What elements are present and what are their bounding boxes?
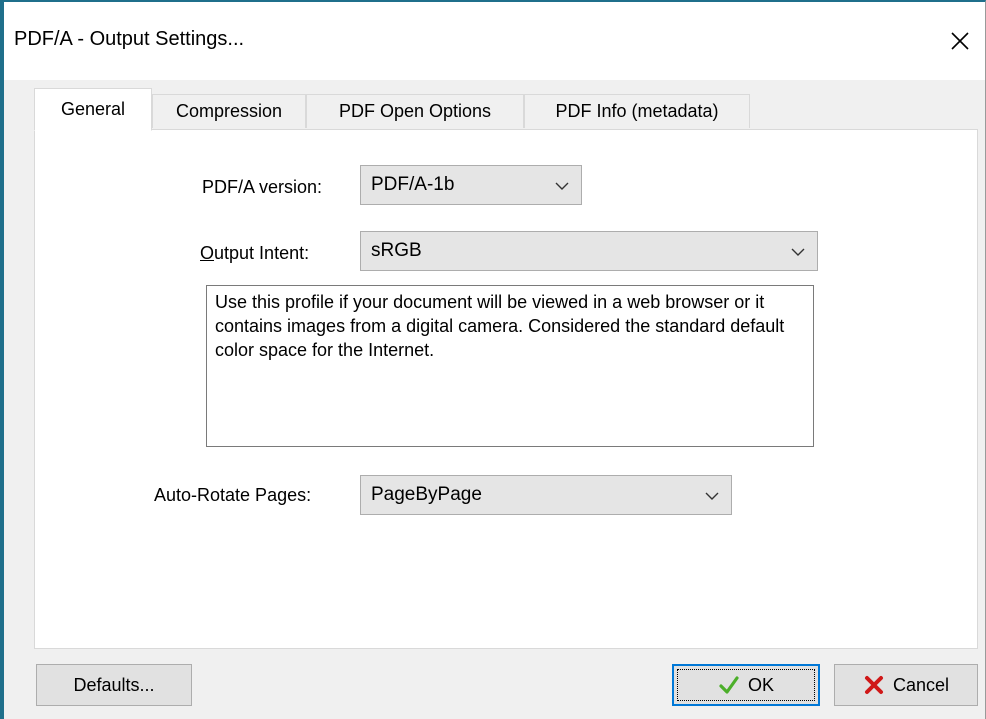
close-button[interactable] (943, 24, 977, 58)
output-intent-label: Output Intent: (200, 243, 310, 263)
tab-pdf-open-options[interactable]: PDF Open Options (306, 94, 524, 128)
dialog-window: PDF/A - Output Settings... General Compr… (0, 0, 986, 719)
chevron-down-icon (791, 248, 805, 256)
pdfa-version-label: PDF/A version: (202, 177, 323, 197)
cancel-button[interactable]: Cancel (834, 664, 978, 706)
cancel-label: Cancel (892, 674, 950, 695)
tab-label: Compression (175, 101, 283, 121)
ok-button[interactable]: OK (672, 664, 820, 706)
window-title: PDF/A - Output Settings... (14, 28, 245, 50)
focus-ring (677, 669, 815, 701)
tab-label: PDF Open Options (338, 101, 492, 121)
tab-label: PDF Info (metadata) (555, 101, 719, 121)
chevron-down-icon (555, 182, 569, 190)
tab-pdf-info[interactable]: PDF Info (metadata) (524, 94, 750, 128)
defaults-button[interactable]: Defaults... (36, 664, 192, 706)
output-intent-value: sRGB (371, 240, 422, 261)
chevron-down-icon (705, 492, 719, 500)
auto-rotate-label: Auto-Rotate Pages: (154, 485, 312, 505)
output-intent-description: Use this profile if your document will b… (206, 285, 814, 447)
auto-rotate-select[interactable]: PageByPage (360, 475, 732, 515)
close-icon (951, 32, 969, 50)
auto-rotate-value: PageByPage (371, 484, 482, 505)
x-icon (863, 674, 885, 696)
pdfa-version-select[interactable]: PDF/A-1b (360, 165, 582, 205)
pdfa-version-value: PDF/A-1b (371, 174, 455, 195)
title-bar: PDF/A - Output Settings... (4, 2, 985, 80)
defaults-label: Defaults... (73, 674, 155, 695)
output-intent-select[interactable]: sRGB (360, 231, 818, 271)
tab-label: General (60, 99, 126, 119)
tab-general[interactable]: General (34, 88, 152, 131)
tab-compression[interactable]: Compression (152, 94, 306, 128)
